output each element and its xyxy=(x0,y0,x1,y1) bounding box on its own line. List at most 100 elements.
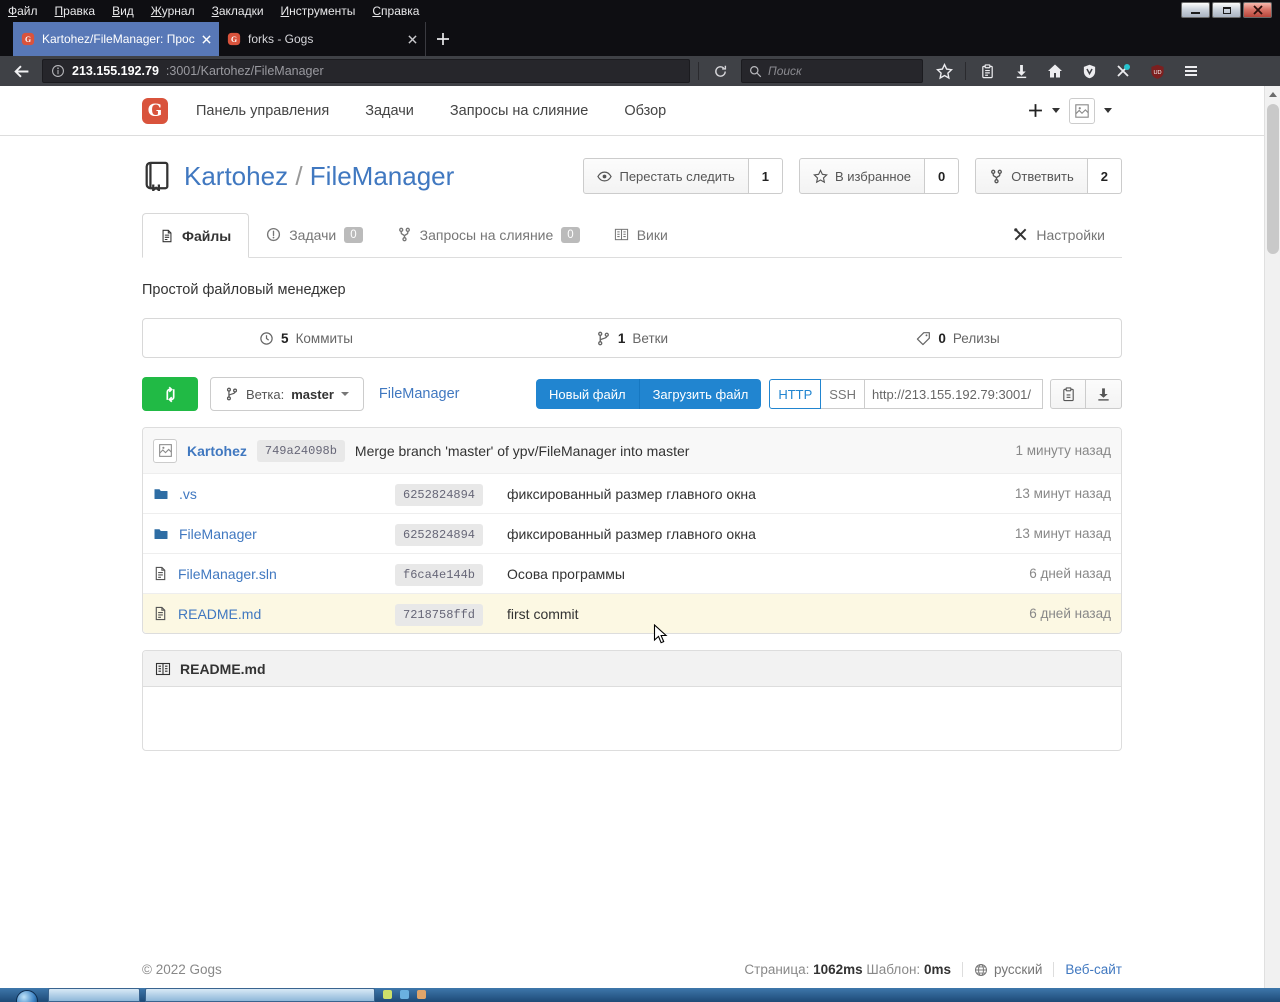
file-commit-message: фиксированный размер главного окна xyxy=(507,526,756,542)
commits-stat[interactable]: 5 Коммиты xyxy=(143,319,469,357)
menu-file[interactable]: Файл xyxy=(8,4,38,18)
globe-icon xyxy=(974,963,988,977)
tab-wiki[interactable]: Вики xyxy=(597,212,685,257)
tab-close-icon[interactable] xyxy=(408,35,417,44)
language-dropdown[interactable]: русский xyxy=(974,962,1042,977)
search-input[interactable] xyxy=(768,64,898,78)
repo-name-link[interactable]: FileManager xyxy=(310,161,455,191)
nav-explore[interactable]: Обзор xyxy=(624,103,666,119)
page-scrollbar[interactable] xyxy=(1264,86,1280,1002)
file-table: Kartohez 749a24098b Merge branch 'master… xyxy=(142,427,1122,634)
commit-author-avatar[interactable] xyxy=(153,439,177,463)
star-count[interactable]: 0 xyxy=(925,158,959,194)
pocket-button[interactable] xyxy=(974,59,1000,83)
back-button[interactable] xyxy=(8,59,34,83)
menu-edit[interactable]: Правка xyxy=(55,4,96,18)
menu-bookmarks[interactable]: Закладки xyxy=(212,4,264,18)
releases-label: Релизы xyxy=(953,331,1000,346)
nav-pulls[interactable]: Запросы на слияние xyxy=(450,103,588,119)
releases-stat[interactable]: 0 Релизы xyxy=(795,319,1121,357)
latest-commit-row: Kartohez 749a24098b Merge branch 'master… xyxy=(143,428,1121,473)
upload-file-button[interactable]: Загрузить файл xyxy=(640,379,762,409)
url-host: 213.155.192.79 xyxy=(72,64,159,78)
template-time-value: 0ms xyxy=(924,962,951,977)
file-sha-badge[interactable]: 7218758ffd xyxy=(395,604,483,626)
copy-url-button[interactable] xyxy=(1050,379,1086,409)
file-sha-badge[interactable]: f6ca4e144b xyxy=(395,564,483,586)
repo-path-link[interactable]: FileManager xyxy=(379,386,460,402)
reload-button[interactable] xyxy=(707,59,733,83)
file-link[interactable]: README.md xyxy=(178,606,261,622)
browser-tab-active[interactable]: G Kartohez/FileManager: Прос xyxy=(13,22,219,56)
file-sha-badge[interactable]: 6252824894 xyxy=(395,524,483,546)
taskbar-icon[interactable] xyxy=(417,990,426,999)
star-button[interactable]: В избранное xyxy=(799,158,925,194)
address-bar[interactable]: 213.155.192.79:3001/Kartohez/FileManager xyxy=(42,59,690,83)
http-protocol-button[interactable]: HTTP xyxy=(769,379,821,409)
fork-button[interactable]: Ответвить xyxy=(975,158,1087,194)
file-commit-message: first commit xyxy=(507,606,579,622)
search-bar[interactable] xyxy=(741,59,923,83)
window-maximize-button[interactable] xyxy=(1212,2,1241,18)
menu-view[interactable]: Вид xyxy=(112,4,134,18)
file-link[interactable]: FileManager xyxy=(179,526,257,542)
commit-sha-badge[interactable]: 749a24098b xyxy=(257,440,345,462)
ublock-button[interactable]: UD xyxy=(1144,59,1170,83)
start-button[interactable] xyxy=(16,990,38,1002)
clone-url-input[interactable] xyxy=(865,379,1043,409)
privacy-shield-button[interactable] xyxy=(1076,59,1102,83)
menu-history[interactable]: Журнал xyxy=(151,4,195,18)
tab-issues[interactable]: Задачи 0 xyxy=(249,212,379,257)
create-new-button[interactable] xyxy=(1028,103,1043,118)
fork-count[interactable]: 2 xyxy=(1088,158,1122,194)
home-icon xyxy=(1047,63,1063,79)
file-link[interactable]: .vs xyxy=(179,486,197,502)
nav-issues[interactable]: Задачи xyxy=(365,103,414,119)
taskbar-icon[interactable] xyxy=(383,990,392,999)
tab-pulls[interactable]: Запросы на слияние 0 xyxy=(380,212,597,257)
tab-files[interactable]: Файлы xyxy=(142,213,249,258)
ssh-protocol-button[interactable]: SSH xyxy=(821,379,865,409)
scrollbar-up-arrow[interactable] xyxy=(1265,86,1280,102)
new-tab-button[interactable] xyxy=(425,22,459,56)
menu-help[interactable]: Справка xyxy=(372,4,419,18)
scrollbar-thumb[interactable] xyxy=(1267,104,1279,254)
website-link[interactable]: Веб-сайт xyxy=(1065,962,1122,977)
browser-tab-inactive[interactable]: G forks - Gogs xyxy=(219,22,425,56)
branches-stat[interactable]: 1 Ветки xyxy=(469,319,795,357)
taskbar-app-button[interactable] xyxy=(145,988,375,1002)
tab-close-icon[interactable] xyxy=(202,35,211,44)
unwatch-button[interactable]: Перестать следить xyxy=(583,158,748,194)
window-minimize-button[interactable] xyxy=(1181,2,1210,18)
gogs-logo-icon[interactable]: G xyxy=(142,98,168,124)
info-icon[interactable] xyxy=(51,64,65,78)
tab-title: forks - Gogs xyxy=(248,32,401,46)
taskbar-icon[interactable] xyxy=(400,990,409,999)
bookmark-star-button[interactable] xyxy=(931,59,957,83)
chevron-down-icon[interactable] xyxy=(1052,108,1060,113)
downloads-button[interactable] xyxy=(1008,59,1034,83)
home-button[interactable] xyxy=(1042,59,1068,83)
repo-owner-link[interactable]: Kartohez xyxy=(184,161,288,191)
readme-body xyxy=(143,687,1121,750)
watch-count[interactable]: 1 xyxy=(749,158,783,194)
nav-dashboard[interactable]: Панель управления xyxy=(196,103,329,119)
issue-icon xyxy=(266,227,281,242)
window-close-button[interactable] xyxy=(1243,2,1272,18)
folder-icon xyxy=(153,526,169,542)
user-avatar[interactable] xyxy=(1069,98,1095,124)
file-sha-badge[interactable]: 6252824894 xyxy=(395,484,483,506)
extension-button[interactable] xyxy=(1110,59,1136,83)
chevron-down-icon[interactable] xyxy=(1104,108,1112,113)
new-file-button[interactable]: Новый файл xyxy=(536,379,640,409)
branch-dropdown[interactable]: Ветка: master xyxy=(210,377,364,411)
tab-settings[interactable]: Настройки xyxy=(996,212,1122,257)
branches-count: 1 xyxy=(618,331,626,346)
download-archive-button[interactable] xyxy=(1086,379,1122,409)
commit-author-link[interactable]: Kartohez xyxy=(187,443,247,459)
compare-button[interactable] xyxy=(142,377,198,411)
file-link[interactable]: FileManager.sln xyxy=(178,566,277,582)
menu-tools[interactable]: Инструменты xyxy=(281,4,356,18)
hamburger-menu-button[interactable] xyxy=(1178,59,1204,83)
taskbar-app-button[interactable] xyxy=(48,988,140,1002)
